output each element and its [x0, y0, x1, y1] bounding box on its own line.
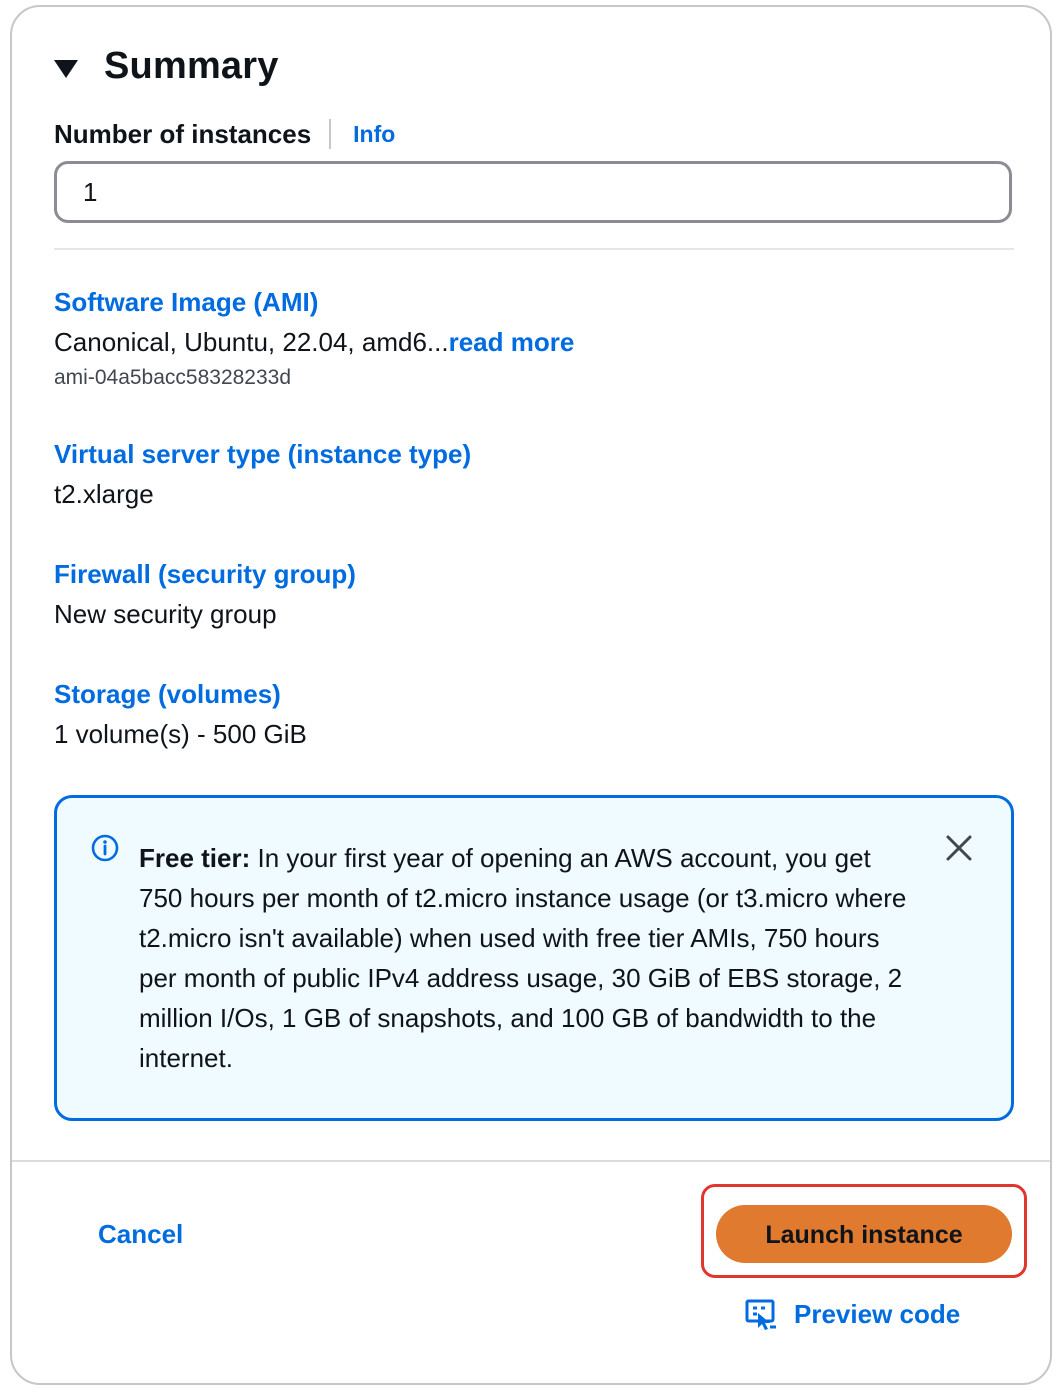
close-icon[interactable]: [943, 832, 975, 864]
launch-instance-button[interactable]: Launch instance: [716, 1205, 1012, 1263]
firewall-section: Firewall (security group) New security g…: [54, 557, 356, 631]
free-tier-alert: Free tier: In your first year of opening…: [54, 795, 1014, 1121]
instance-type-value: t2.xlarge: [54, 479, 154, 509]
preview-code-link[interactable]: Preview code: [744, 1297, 960, 1331]
free-tier-heading: Free tier:: [139, 843, 251, 873]
ami-section: Software Image (AMI) Canonical, Ubuntu, …: [54, 285, 574, 391]
storage-link[interactable]: Storage (volumes): [54, 677, 307, 711]
number-of-instances-input[interactable]: [54, 161, 1012, 223]
free-tier-body: In your first year of opening an AWS acc…: [139, 843, 907, 1073]
ami-link[interactable]: Software Image (AMI): [54, 285, 574, 319]
instance-type-link[interactable]: Virtual server type (instance type): [54, 437, 471, 471]
ami-id: ami-04a5bacc58328233d: [54, 366, 292, 389]
storage-value: 1 volume(s) - 500 GiB: [54, 719, 307, 749]
summary-title: Summary: [104, 45, 279, 87]
divider: [54, 248, 1014, 250]
info-circle-icon: [91, 834, 119, 862]
free-tier-text: Free tier: In your first year of opening…: [139, 838, 919, 1078]
footer-divider: [12, 1160, 1050, 1162]
preview-code-label: Preview code: [794, 1298, 961, 1329]
firewall-link[interactable]: Firewall (security group): [54, 557, 356, 591]
launch-highlight: Launch instance: [701, 1184, 1027, 1278]
info-link[interactable]: Info: [353, 121, 395, 148]
instance-type-section: Virtual server type (instance type) t2.x…: [54, 437, 471, 511]
storage-section: Storage (volumes) 1 volume(s) - 500 GiB: [54, 677, 307, 751]
summary-panel: Summary Number of instances Info Softwar…: [10, 5, 1052, 1385]
cancel-button[interactable]: Cancel: [98, 1219, 183, 1250]
firewall-value: New security group: [54, 599, 277, 629]
read-more-link[interactable]: read more: [449, 327, 575, 357]
label-separator: [329, 119, 332, 149]
instances-label-row: Number of instances Info: [54, 117, 395, 151]
ami-value-text: Canonical, Ubuntu, 22.04, amd6...: [54, 327, 449, 357]
preview-code-icon: [745, 1299, 776, 1330]
instances-label: Number of instances: [54, 118, 312, 149]
ami-value: Canonical, Ubuntu, 22.04, amd6...read mo…: [54, 325, 574, 359]
caret-down-icon[interactable]: [54, 59, 78, 78]
summary-header[interactable]: Summary: [54, 45, 279, 88]
